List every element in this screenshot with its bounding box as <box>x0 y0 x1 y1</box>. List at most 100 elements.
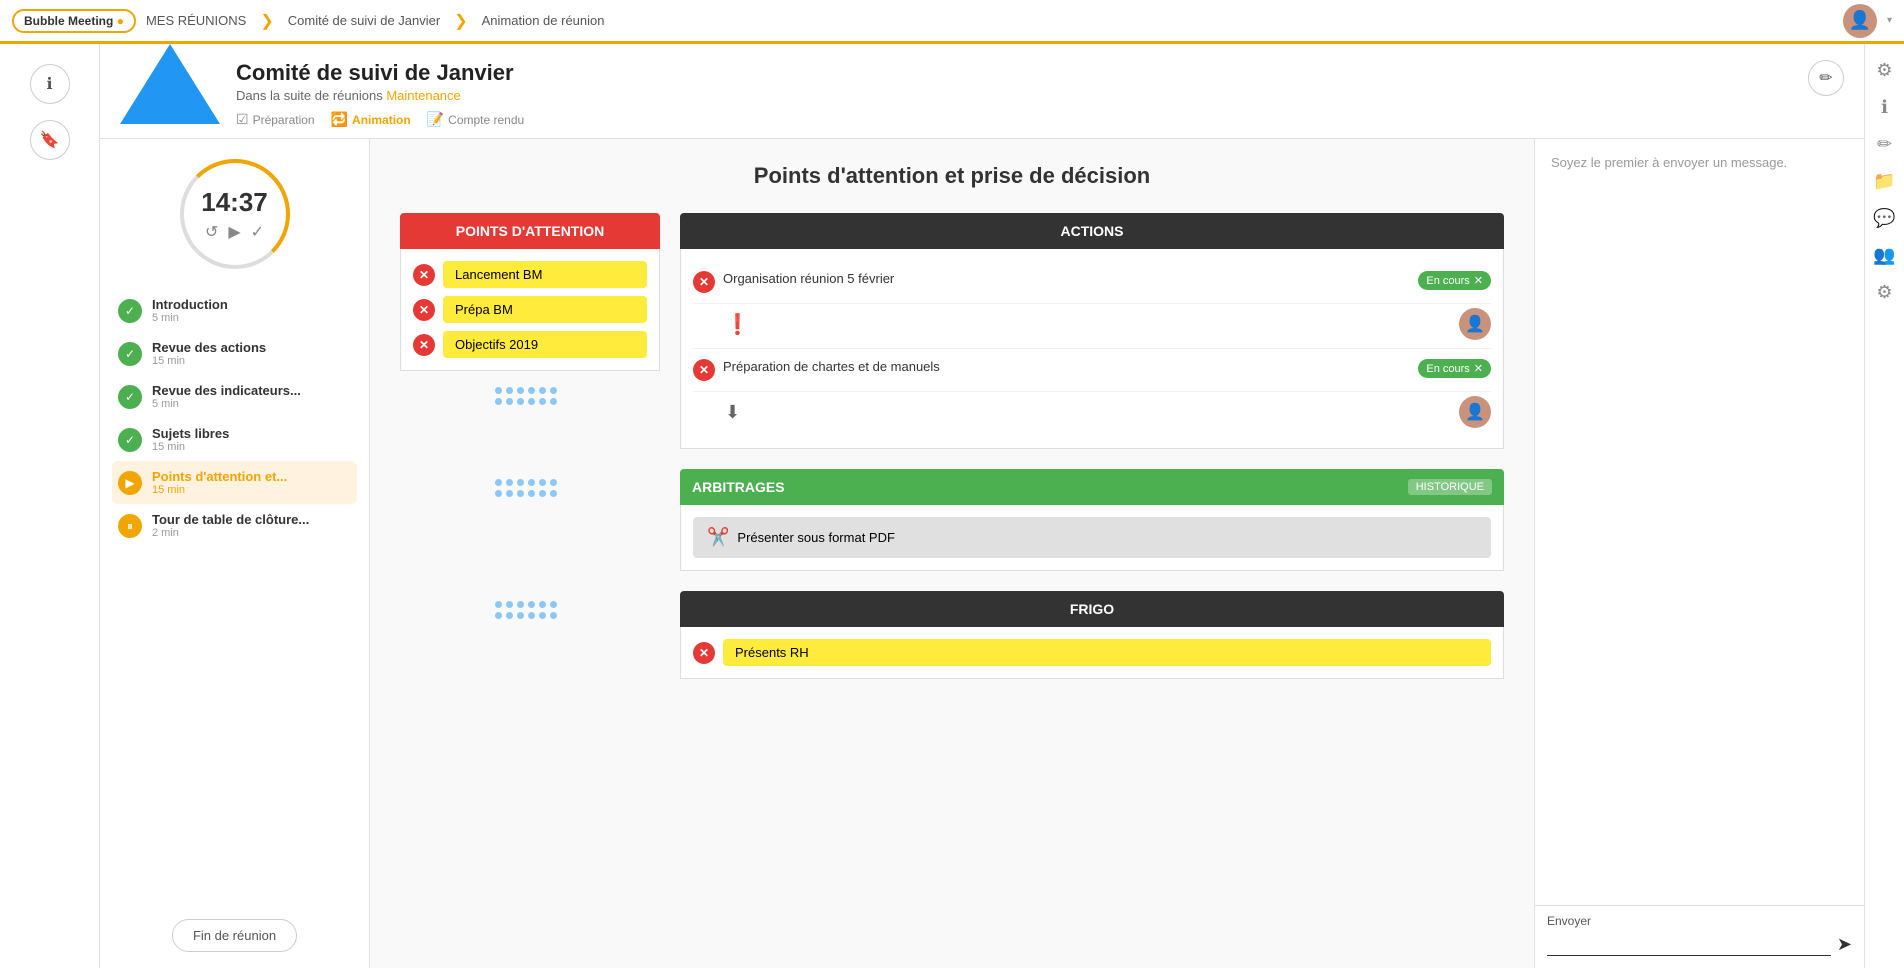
chat-input-field[interactable] <box>1547 932 1831 956</box>
dots-decoration-2 <box>400 469 660 571</box>
folder-icon[interactable]: 📁 <box>1873 171 1895 192</box>
agenda-item-4[interactable]: ✓ Sujets libres 15 min <box>112 418 357 461</box>
agenda-check-2: ✓ <box>118 342 142 366</box>
action-item-2: ✕ Préparation de chartes et de manuels E… <box>693 349 1491 392</box>
chat-icon[interactable]: 💬 <box>1873 208 1895 229</box>
group-icon[interactable]: 👥 <box>1873 245 1895 266</box>
timer-circle: 14:37 ↺ ▶ ✓ <box>180 159 290 269</box>
action-download-2[interactable]: ⬇ <box>725 402 740 423</box>
chat-send-button[interactable]: ➤ <box>1837 934 1852 955</box>
attention-item-1: ✕ Lancement BM <box>413 261 647 288</box>
frigo-panel: FRIGO ✕ Présents RH <box>680 591 1504 679</box>
arb-item-1: ✂️ Présenter sous format PDF <box>693 517 1491 558</box>
attention-header: POINTS D'ATTENTION <box>400 213 660 249</box>
settings-icon[interactable]: ⚙ <box>1876 60 1892 81</box>
agenda-item-title-2: Revue des actions <box>152 340 351 355</box>
main-layout: ℹ 🔖 Comité de suivi de Janvier Dans la s… <box>0 44 1904 968</box>
dots-decoration-3 <box>400 591 660 679</box>
frigo-label-1: Présents RH <box>723 639 1491 666</box>
chat-input-area: Envoyer ➤ <box>1535 905 1864 968</box>
top-navigation: Bubble Meeting ● MES RÉUNIONS ❯ Comité d… <box>0 0 1904 44</box>
app-logo[interactable]: Bubble Meeting ● <box>12 9 136 33</box>
main-row-3: FRIGO ✕ Présents RH <box>400 591 1504 679</box>
agenda-check-1: ✓ <box>118 299 142 323</box>
attention-item-2: ✕ Prépa BM <box>413 296 647 323</box>
tab-animation[interactable]: 🔁 Animation <box>331 111 411 128</box>
content-area: 14:37 ↺ ▶ ✓ ✓ Introduction 5 min <box>100 139 1864 968</box>
timer-check-button[interactable]: ✓ <box>251 222 264 242</box>
timer-play-button[interactable]: ▶ <box>228 222 240 242</box>
agenda-check-4: ✓ <box>118 428 142 452</box>
agenda-check-6: ⏸ <box>118 514 142 538</box>
agenda-item-time-2: 15 min <box>152 355 351 367</box>
attention-panel: POINTS D'ATTENTION ✕ Lancement BM ✕ Prép… <box>400 213 660 371</box>
agenda-check-5: ▶ <box>118 471 142 495</box>
arb-pdf-icon: ✂️ <box>707 527 729 548</box>
agenda-panel: 14:37 ↺ ▶ ✓ ✓ Introduction 5 min <box>100 139 370 968</box>
agenda-item-3[interactable]: ✓ Revue des indicateurs... 5 min <box>112 375 357 418</box>
actions-header: ACTIONS <box>680 213 1504 249</box>
main-row-2: ARBITRAGES HISTORIQUE ✂️ Présenter sous … <box>400 469 1504 571</box>
bookmark-button[interactable]: 🔖 <box>30 120 70 160</box>
agenda-check-3: ✓ <box>118 385 142 409</box>
x-icon-3: ✕ <box>413 334 435 356</box>
action-x-2: ✕ <box>693 359 715 381</box>
timer-reset-button[interactable]: ↺ <box>205 222 218 242</box>
nav-animation[interactable]: Animation de réunion <box>482 13 605 28</box>
agenda-item-time-1: 5 min <box>152 312 351 324</box>
main-content: Points d'attention et prise de décision … <box>370 139 1534 968</box>
agenda-item-title-6: Tour de table de clôture... <box>152 512 351 527</box>
arbitrages-panel: ARBITRAGES HISTORIQUE ✂️ Présenter sous … <box>680 469 1504 571</box>
info-icon[interactable]: ℹ <box>1881 97 1888 118</box>
agenda-item-title-3: Revue des indicateurs... <box>152 383 351 398</box>
agenda-item-5[interactable]: ▶ Points d'attention et... 15 min <box>112 461 357 504</box>
gear-icon[interactable]: ⚙ <box>1876 282 1892 303</box>
edit-button[interactable]: ✏ <box>1808 60 1844 96</box>
timer-section: 14:37 ↺ ▶ ✓ <box>100 139 369 279</box>
agenda-item-time-6: 2 min <box>152 527 351 539</box>
frigo-x-1: ✕ <box>693 642 715 664</box>
arbitrages-title: ARBITRAGES <box>692 479 785 495</box>
action-avatar-2: 👤 <box>1459 396 1491 428</box>
action-badge-2: En cours ✕ <box>1418 359 1491 378</box>
action-text-1: Organisation réunion 5 février <box>723 271 1410 286</box>
frigo-item-1: ✕ Présents RH <box>693 639 1491 666</box>
x-icon-2: ✕ <box>413 299 435 321</box>
left-col-decor: POINTS D'ATTENTION ✕ Lancement BM ✕ Prép… <box>400 213 660 449</box>
agenda-item-6[interactable]: ⏸ Tour de table de clôture... 2 min <box>112 504 357 547</box>
info-button[interactable]: ℹ <box>30 64 70 104</box>
fin-reunion-button[interactable]: Fin de réunion <box>172 919 297 952</box>
frigo-header: FRIGO <box>680 591 1504 627</box>
meeting-title: Comité de suivi de Janvier <box>236 60 524 86</box>
attention-body: ✕ Lancement BM ✕ Prépa BM ✕ Objectifs 20… <box>400 249 660 371</box>
action-item-1: ✕ Organisation réunion 5 février En cour… <box>693 261 1491 304</box>
nav-sep-1: ❯ <box>260 11 273 31</box>
timer-display: 14:37 <box>201 187 268 218</box>
historique-btn[interactable]: HISTORIQUE <box>1408 479 1492 495</box>
attention-item-3: ✕ Objectifs 2019 <box>413 331 647 358</box>
suite-link[interactable]: Maintenance <box>386 88 460 103</box>
agenda-item-2[interactable]: ✓ Revue des actions 15 min <box>112 332 357 375</box>
edit-panel-icon[interactable]: ✏ <box>1877 134 1892 155</box>
chat-input-label: Envoyer <box>1547 914 1852 928</box>
user-dropdown-arrow[interactable]: ▾ <box>1887 15 1892 26</box>
nav-mes-reunions[interactable]: MES RÉUNIONS <box>146 13 246 28</box>
arb-text-1: Présenter sous format PDF <box>737 530 895 545</box>
action-avatar-1: 👤 <box>1459 308 1491 340</box>
agenda-item-time-5: 15 min <box>152 484 351 496</box>
agenda-items-list: ✓ Introduction 5 min ✓ Revue des actions… <box>100 279 369 903</box>
attention-label-3: Objectifs 2019 <box>443 331 647 358</box>
tab-preparation[interactable]: ☑ Préparation <box>236 111 315 128</box>
nav-comite[interactable]: Comité de suivi de Janvier <box>288 13 440 28</box>
actions-body: ✕ Organisation réunion 5 février En cour… <box>680 249 1504 449</box>
app-name: Bubble Meeting <box>24 14 113 28</box>
left-sidebar: ℹ 🔖 <box>0 44 100 968</box>
agenda-item-1[interactable]: ✓ Introduction 5 min <box>112 289 357 332</box>
agenda-item-title-4: Sujets libres <box>152 426 351 441</box>
blue-triangle-decoration <box>120 44 220 124</box>
actions-panel: ACTIONS ✕ Organisation réunion 5 février… <box>680 213 1504 449</box>
right-icons-panel: ⚙ ℹ ✏ 📁 💬 👥 ⚙ <box>1864 44 1904 968</box>
agenda-item-time-3: 5 min <box>152 398 351 410</box>
user-avatar[interactable]: 👤 <box>1843 4 1877 38</box>
tab-compte-rendu[interactable]: 📝 Compte rendu <box>427 111 524 128</box>
